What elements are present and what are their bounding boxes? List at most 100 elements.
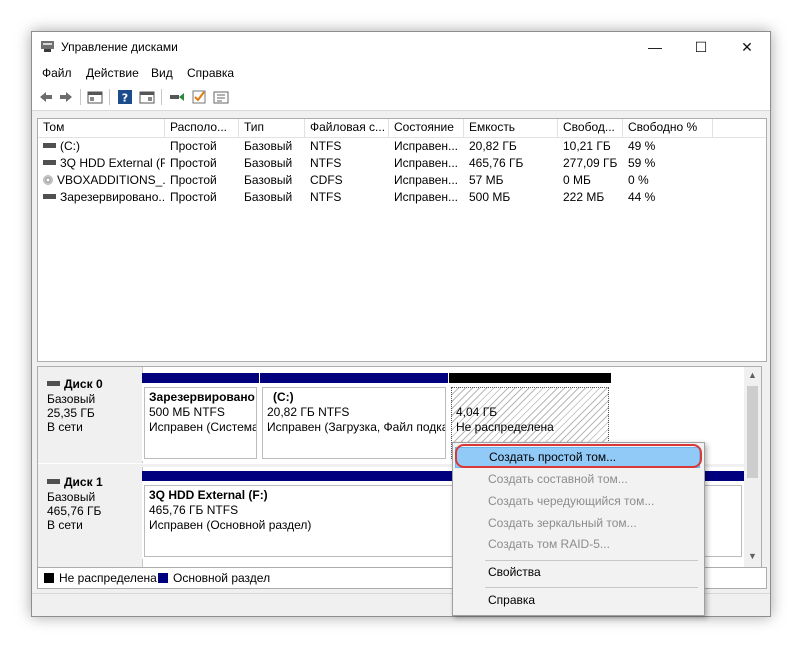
legend-swatch-primary [158, 573, 168, 583]
table-cell: 59 % [628, 156, 656, 170]
partition-name: Зарезервировано [149, 390, 255, 404]
table-row[interactable]: VBOXADDITIONS_... Простой Базовый CDFS И… [38, 172, 766, 189]
table-cell: Простой [170, 139, 217, 153]
menu-separator [485, 587, 698, 588]
svg-text:?: ? [122, 92, 128, 105]
table-row[interactable]: 3Q HDD External (F:) Простой Базовый NTF… [38, 155, 766, 172]
drive-icon [43, 143, 56, 149]
table-cell: NTFS [310, 190, 342, 204]
settings-icon[interactable] [213, 89, 229, 105]
table-cell: 500 МБ [469, 190, 511, 204]
legend-swatch-unallocated [44, 573, 54, 583]
volume-name-cell: Зарезервировано... [38, 189, 165, 206]
drive-icon [43, 194, 56, 200]
partition-size: 500 МБ NTFS [149, 405, 225, 419]
volume-name-cell: 3Q HDD External (F:) [38, 155, 165, 172]
column-header-percent-free[interactable]: Свободно % [623, 119, 713, 137]
disk-0-info[interactable]: Диск 0 Базовый 25,35 ГБ В сети [38, 367, 143, 463]
volume-name: Зарезервировано... [60, 190, 165, 204]
table-cell: Исправен... [394, 190, 459, 204]
drive-icon [43, 160, 56, 166]
partition-bar [260, 373, 448, 383]
menu-item-create-mirrored-volume[interactable]: Создать зеркальный том... [455, 513, 700, 534]
graph-scrollbar[interactable]: ▲ ▼ [744, 366, 761, 568]
check-icon[interactable] [191, 89, 207, 105]
legend-label-unallocated: Не распределена [59, 571, 157, 585]
partition-bar [142, 373, 259, 383]
scroll-down-arrow-icon[interactable]: ▼ [744, 548, 761, 565]
forward-arrow-icon[interactable] [58, 89, 74, 105]
table-cell: Базовый [244, 156, 293, 170]
table-cell: Простой [170, 156, 217, 170]
partition-details: (C:) 20,82 ГБ NTFS Исправен (Загрузка, Ф… [262, 387, 446, 459]
help-icon[interactable]: ? [117, 89, 133, 105]
menu-file[interactable]: Файл [42, 66, 72, 80]
table-cell: Простой [170, 190, 217, 204]
back-arrow-icon[interactable] [38, 89, 54, 105]
properties-icon[interactable] [139, 89, 155, 105]
table-cell: 20,82 ГБ [469, 139, 517, 153]
column-header-volume[interactable]: Том [38, 119, 165, 137]
column-header-free-space[interactable]: Свобод... [558, 119, 623, 137]
menu-item-help[interactable]: Справка [455, 590, 700, 611]
menu-view[interactable]: Вид [151, 66, 173, 80]
volume-name: 3Q HDD External (F:) [60, 156, 165, 170]
menu-item-create-raid5-volume[interactable]: Создать том RAID-5... [455, 534, 700, 555]
legend-label-primary: Основной раздел [173, 571, 271, 585]
scroll-thumb[interactable] [747, 386, 758, 478]
table-cell: NTFS [310, 139, 342, 153]
column-header-status[interactable]: Состояние [389, 119, 464, 137]
window-title: Управление дисками [61, 40, 178, 54]
table-cell: Исправен... [394, 139, 459, 153]
table-cell: 0 % [628, 173, 649, 187]
menu-action[interactable]: Действие [86, 66, 139, 80]
partition-c[interactable]: (C:) 20,82 ГБ NTFS Исправен (Загрузка, Ф… [260, 373, 448, 461]
table-cell: 465,76 ГБ [469, 156, 524, 170]
close-button[interactable]: ✕ [724, 32, 770, 62]
highlight-ring [455, 444, 702, 468]
volume-list-header: Том Располо... Тип Файловая с... Состоян… [38, 119, 766, 138]
volume-name-cell: VBOXADDITIONS_... [38, 172, 165, 189]
maximize-button[interactable]: ☐ [678, 32, 724, 62]
cd-drive-icon [43, 174, 53, 185]
title-bar: Управление дисками — ☐ ✕ [32, 32, 770, 62]
partition-bar [449, 373, 611, 383]
column-header-type[interactable]: Тип [239, 119, 305, 137]
disk-size: 25,35 ГБ [47, 406, 95, 420]
table-row[interactable]: Зарезервировано... Простой Базовый NTFS … [38, 189, 766, 206]
table-cell: Исправен... [394, 156, 459, 170]
table-cell: CDFS [310, 173, 343, 187]
column-header-layout[interactable]: Располо... [165, 119, 239, 137]
column-header-file-system[interactable]: Файловая с... [305, 119, 389, 137]
menu-item-properties[interactable]: Свойства [455, 562, 700, 583]
scroll-up-arrow-icon[interactable]: ▲ [744, 367, 761, 384]
disk-1-info[interactable]: Диск 1 Базовый 465,76 ГБ В сети [38, 467, 143, 567]
disk-type: Базовый [47, 392, 96, 406]
disk-list-icon[interactable] [87, 89, 103, 105]
table-cell: Исправен... [394, 173, 459, 187]
toolbar-separator [109, 89, 110, 105]
volume-name: VBOXADDITIONS_... [57, 173, 165, 187]
partition-name [456, 390, 604, 405]
menu-item-create-spanned-volume[interactable]: Создать составной том... [455, 469, 700, 490]
disk-title: Диск 1 [47, 475, 103, 489]
menu-help[interactable]: Справка [187, 66, 234, 80]
table-cell: Базовый [244, 173, 293, 187]
minimize-button[interactable]: — [632, 32, 678, 62]
table-cell: 44 % [628, 190, 656, 204]
rescan-icon[interactable] [169, 89, 185, 105]
disk-status: В сети [47, 518, 83, 532]
partition-reserved[interactable]: Зарезервировано 500 МБ NTFS Исправен (Си… [142, 373, 259, 461]
disk-icon [47, 381, 60, 387]
disk-management-app-icon [41, 41, 54, 52]
table-cell: NTFS [310, 156, 342, 170]
column-header-capacity[interactable]: Емкость [464, 119, 558, 137]
menu-item-create-striped-volume[interactable]: Создать чередующийся том... [455, 491, 700, 512]
table-row[interactable]: (C:) Простой Базовый NTFS Исправен... 20… [38, 138, 766, 155]
toolbar: ? [32, 84, 770, 111]
volume-list[interactable]: Том Располо... Тип Файловая с... Состоян… [37, 118, 767, 362]
disk-status: В сети [47, 420, 83, 434]
table-cell: Базовый [244, 190, 293, 204]
table-cell: 0 МБ [563, 173, 591, 187]
disk-title: Диск 0 [47, 377, 103, 391]
